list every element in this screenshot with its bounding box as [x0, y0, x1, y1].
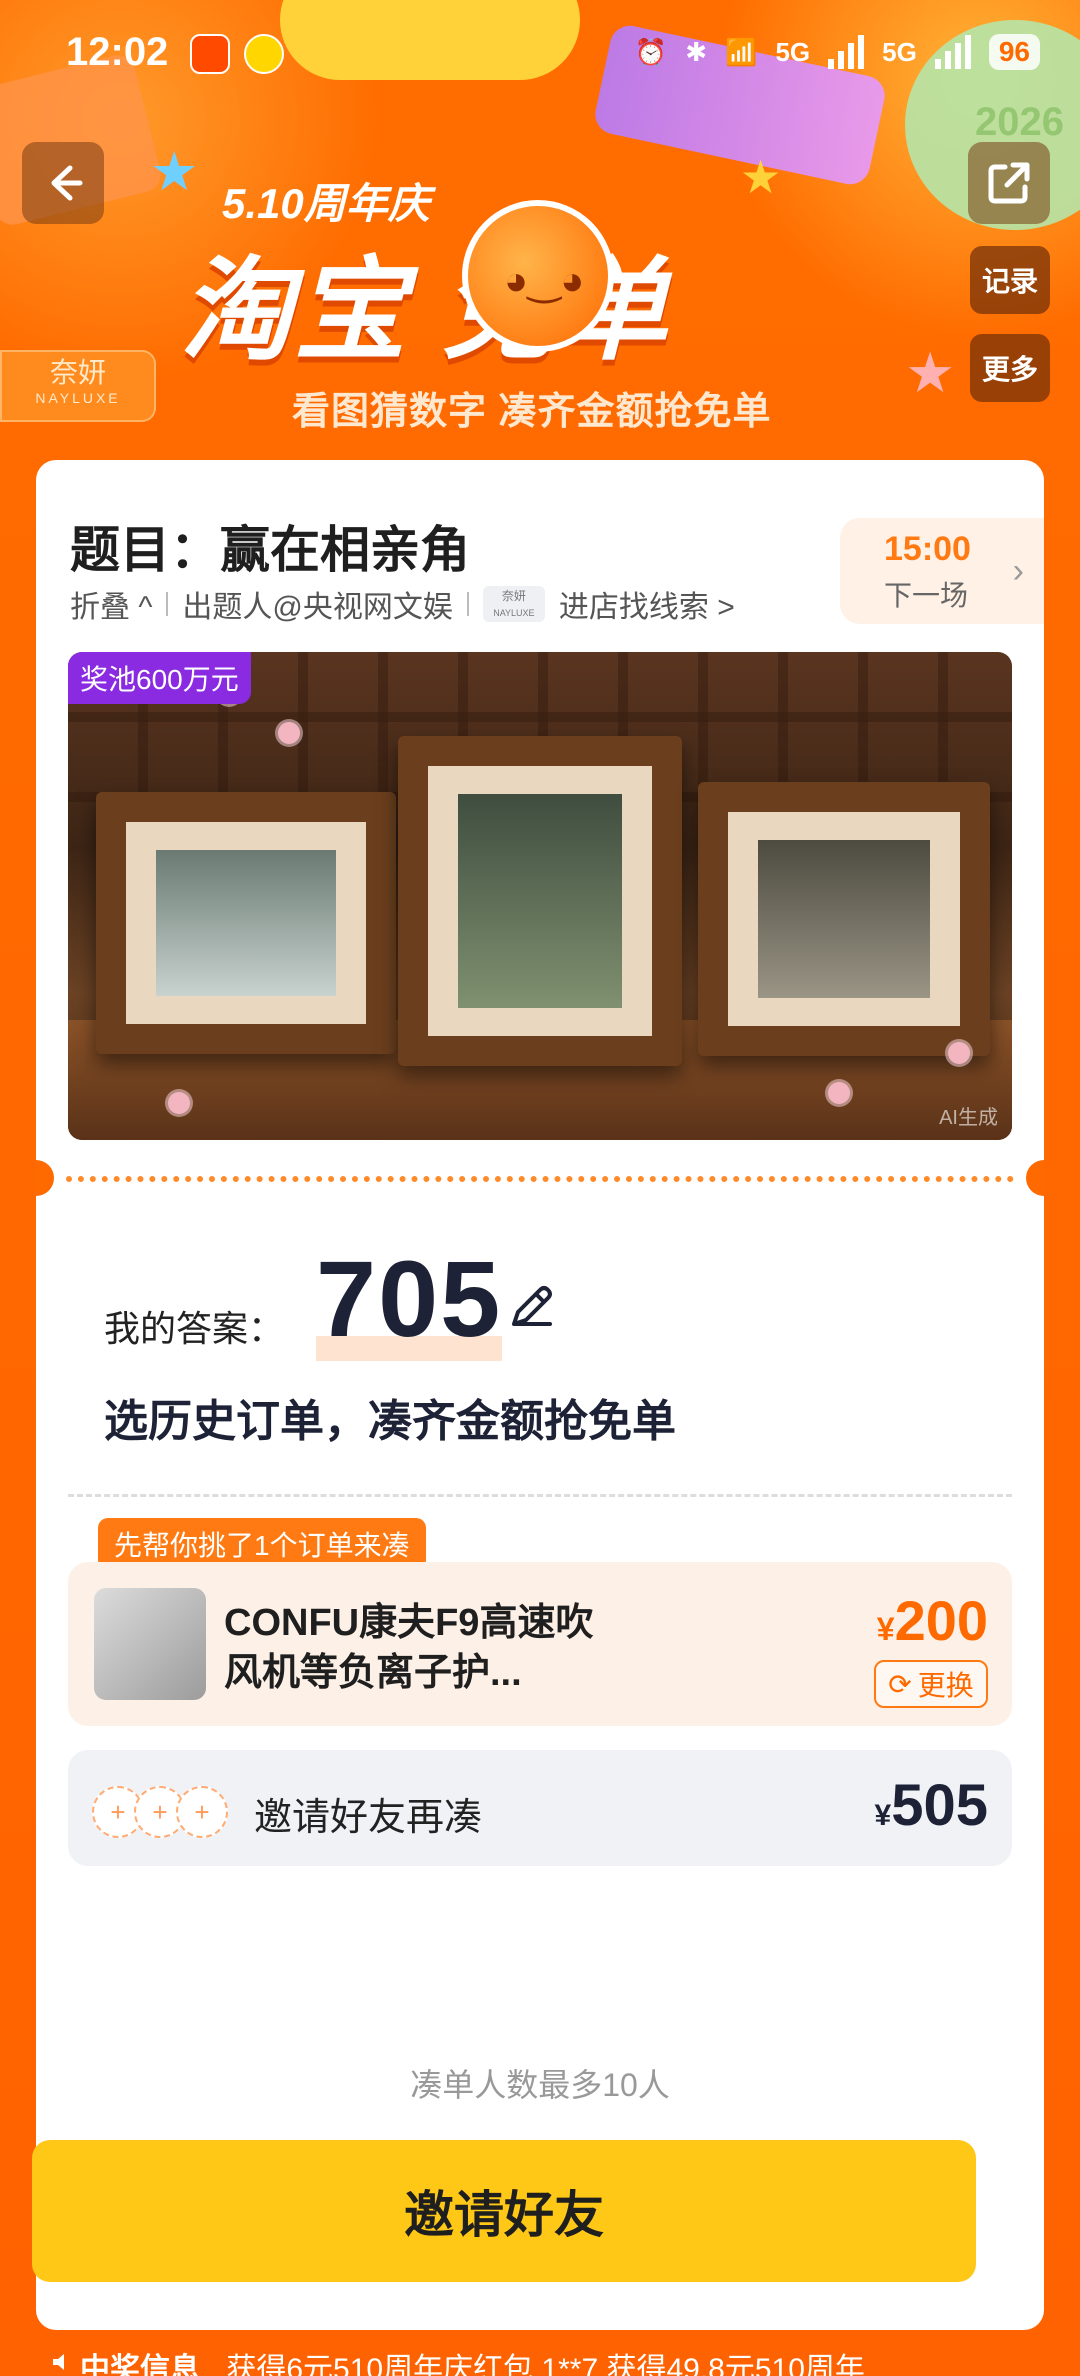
photo-frame-center: [398, 736, 682, 1066]
shop-logo: 奈妍 NAYLUXE: [482, 586, 545, 622]
alarm-icon: ⏰: [634, 36, 668, 67]
signal-icon-2: [934, 35, 971, 69]
next-round-label: 下一场: [884, 580, 969, 611]
weibo-notification-icon: [244, 34, 284, 74]
arrow-left-icon: [51, 165, 83, 201]
speaker-icon: [53, 2354, 64, 2370]
product-name: CONFU康夫F9高速吹风机等负离子护...: [224, 1602, 594, 1694]
question-image: 奖池600万元 AI生成: [68, 652, 1012, 1140]
blossom: [278, 722, 300, 744]
dotted-divider: [66, 1176, 1014, 1182]
mascot-logo: ◕‿◕: [462, 200, 614, 352]
brand-badge-en: NAYLUXE: [35, 390, 121, 406]
tagline: 看图猜数字 凑齐金额抢免单: [292, 391, 772, 433]
card-notch-right: [1026, 1160, 1044, 1196]
star-icon: ★: [740, 151, 782, 203]
taobao-notification-icon: [190, 34, 230, 74]
collapse-toggle[interactable]: 折叠 ^: [70, 582, 152, 626]
status-indicators: ⏰ ✱ 📶 5G 5G 96: [635, 34, 1040, 70]
brand-badge[interactable]: 奈妍 NAYLUXE: [0, 350, 156, 422]
dashed-divider: [68, 1494, 1012, 1497]
network-label-2: 5G: [882, 36, 917, 67]
invite-row[interactable]: + + + 邀请好友再凑 ¥505: [68, 1750, 1012, 1866]
wifi-icon: 📶: [725, 36, 758, 67]
signal-icon: [828, 35, 865, 69]
photo-frame-right: [698, 782, 990, 1056]
empty-avatar-slots: + + +: [92, 1786, 228, 1838]
question-author: 出题人@央视网文娱: [182, 591, 453, 624]
photo-frame-left: [96, 792, 396, 1054]
answer-label: 我的答案：: [104, 1308, 285, 1349]
mascot-face-icon: ◕‿◕: [504, 259, 585, 303]
card-notch-left: [36, 1160, 54, 1196]
share-icon: [988, 162, 1030, 204]
swap-button[interactable]: ⟳ 更换: [874, 1660, 988, 1708]
winner-ticker: 中奖信息 获得6元510周年庆红包 1**7 获得49.8元510周年: [80, 2344, 865, 2376]
status-time: 12:02: [66, 30, 169, 74]
next-round-button[interactable]: 15:00 下一场 ›: [840, 518, 1044, 624]
swap-label: 更换: [917, 1670, 974, 1701]
prize-pool-badge: 奖池600万元: [68, 652, 251, 704]
star-icon: ★: [905, 341, 956, 404]
chevron-right-icon: ›: [1012, 552, 1024, 590]
status-bar: 12:02 ⏰ ✱ 📶 5G 5G 96: [0, 0, 1080, 110]
ticker-text: 获得6元510周年庆红包 1**7 获得49.8元510周年: [226, 2353, 865, 2376]
add-avatar-icon: +: [176, 1786, 228, 1838]
blossom: [168, 1092, 190, 1114]
shop-link[interactable]: 进店找线索 >: [559, 582, 735, 626]
records-button[interactable]: 记录: [970, 246, 1050, 314]
next-round-time: 15:00: [884, 530, 971, 568]
blossom: [828, 1082, 850, 1104]
invite-text: 邀请好友再凑: [254, 1797, 483, 1839]
refresh-icon: ⟳: [888, 1668, 912, 1700]
star-icon: ★: [150, 142, 199, 202]
answer-value[interactable]: 705: [316, 1236, 503, 1361]
share-button[interactable]: [968, 142, 1050, 224]
pencil-icon[interactable]: [506, 1280, 558, 1332]
divider: [166, 592, 169, 616]
question-meta: 折叠 ^ 出题人@央视网文娱 奈妍 NAYLUXE 进店找线索 >: [70, 582, 735, 626]
more-button[interactable]: 更多: [970, 334, 1050, 402]
brand-badge-cn: 奈妍: [49, 357, 106, 388]
page: 2026 ★ ★ ★ 12:02 ⏰ ✱ 📶 5G 5G 96 记录 更多 奈妍…: [0, 0, 1080, 2376]
game-card: 题目：赢在相亲角 折叠 ^ 出题人@央视网文娱 奈妍 NAYLUXE 进店找线索 …: [36, 460, 1044, 2330]
bluetooth-icon: ✱: [685, 36, 708, 67]
product-thumbnail: [94, 1588, 206, 1700]
ticker-header: 中奖信息: [80, 2353, 200, 2376]
battery-indicator: 96: [988, 34, 1040, 70]
divider: [466, 592, 469, 616]
max-participants-note: 凑单人数最多10人: [410, 2067, 670, 2103]
status-app-icons: [190, 34, 284, 74]
question-title: 题目：赢在相亲角: [70, 522, 470, 578]
order-price: ¥200: [876, 1589, 988, 1652]
answer-hint: 选历史订单，凑齐金额抢免单: [104, 1397, 676, 1446]
remaining-amount: ¥505: [874, 1773, 988, 1838]
ai-generated-tag: AI生成: [939, 1107, 998, 1129]
invite-friends-button[interactable]: 邀请好友: [32, 2140, 976, 2282]
blossom: [948, 1042, 970, 1064]
order-card[interactable]: CONFU康夫F9高速吹风机等负离子护... ¥200 ⟳ 更换: [68, 1562, 1012, 1726]
network-label: 5G: [775, 36, 811, 67]
back-button[interactable]: [22, 142, 104, 224]
